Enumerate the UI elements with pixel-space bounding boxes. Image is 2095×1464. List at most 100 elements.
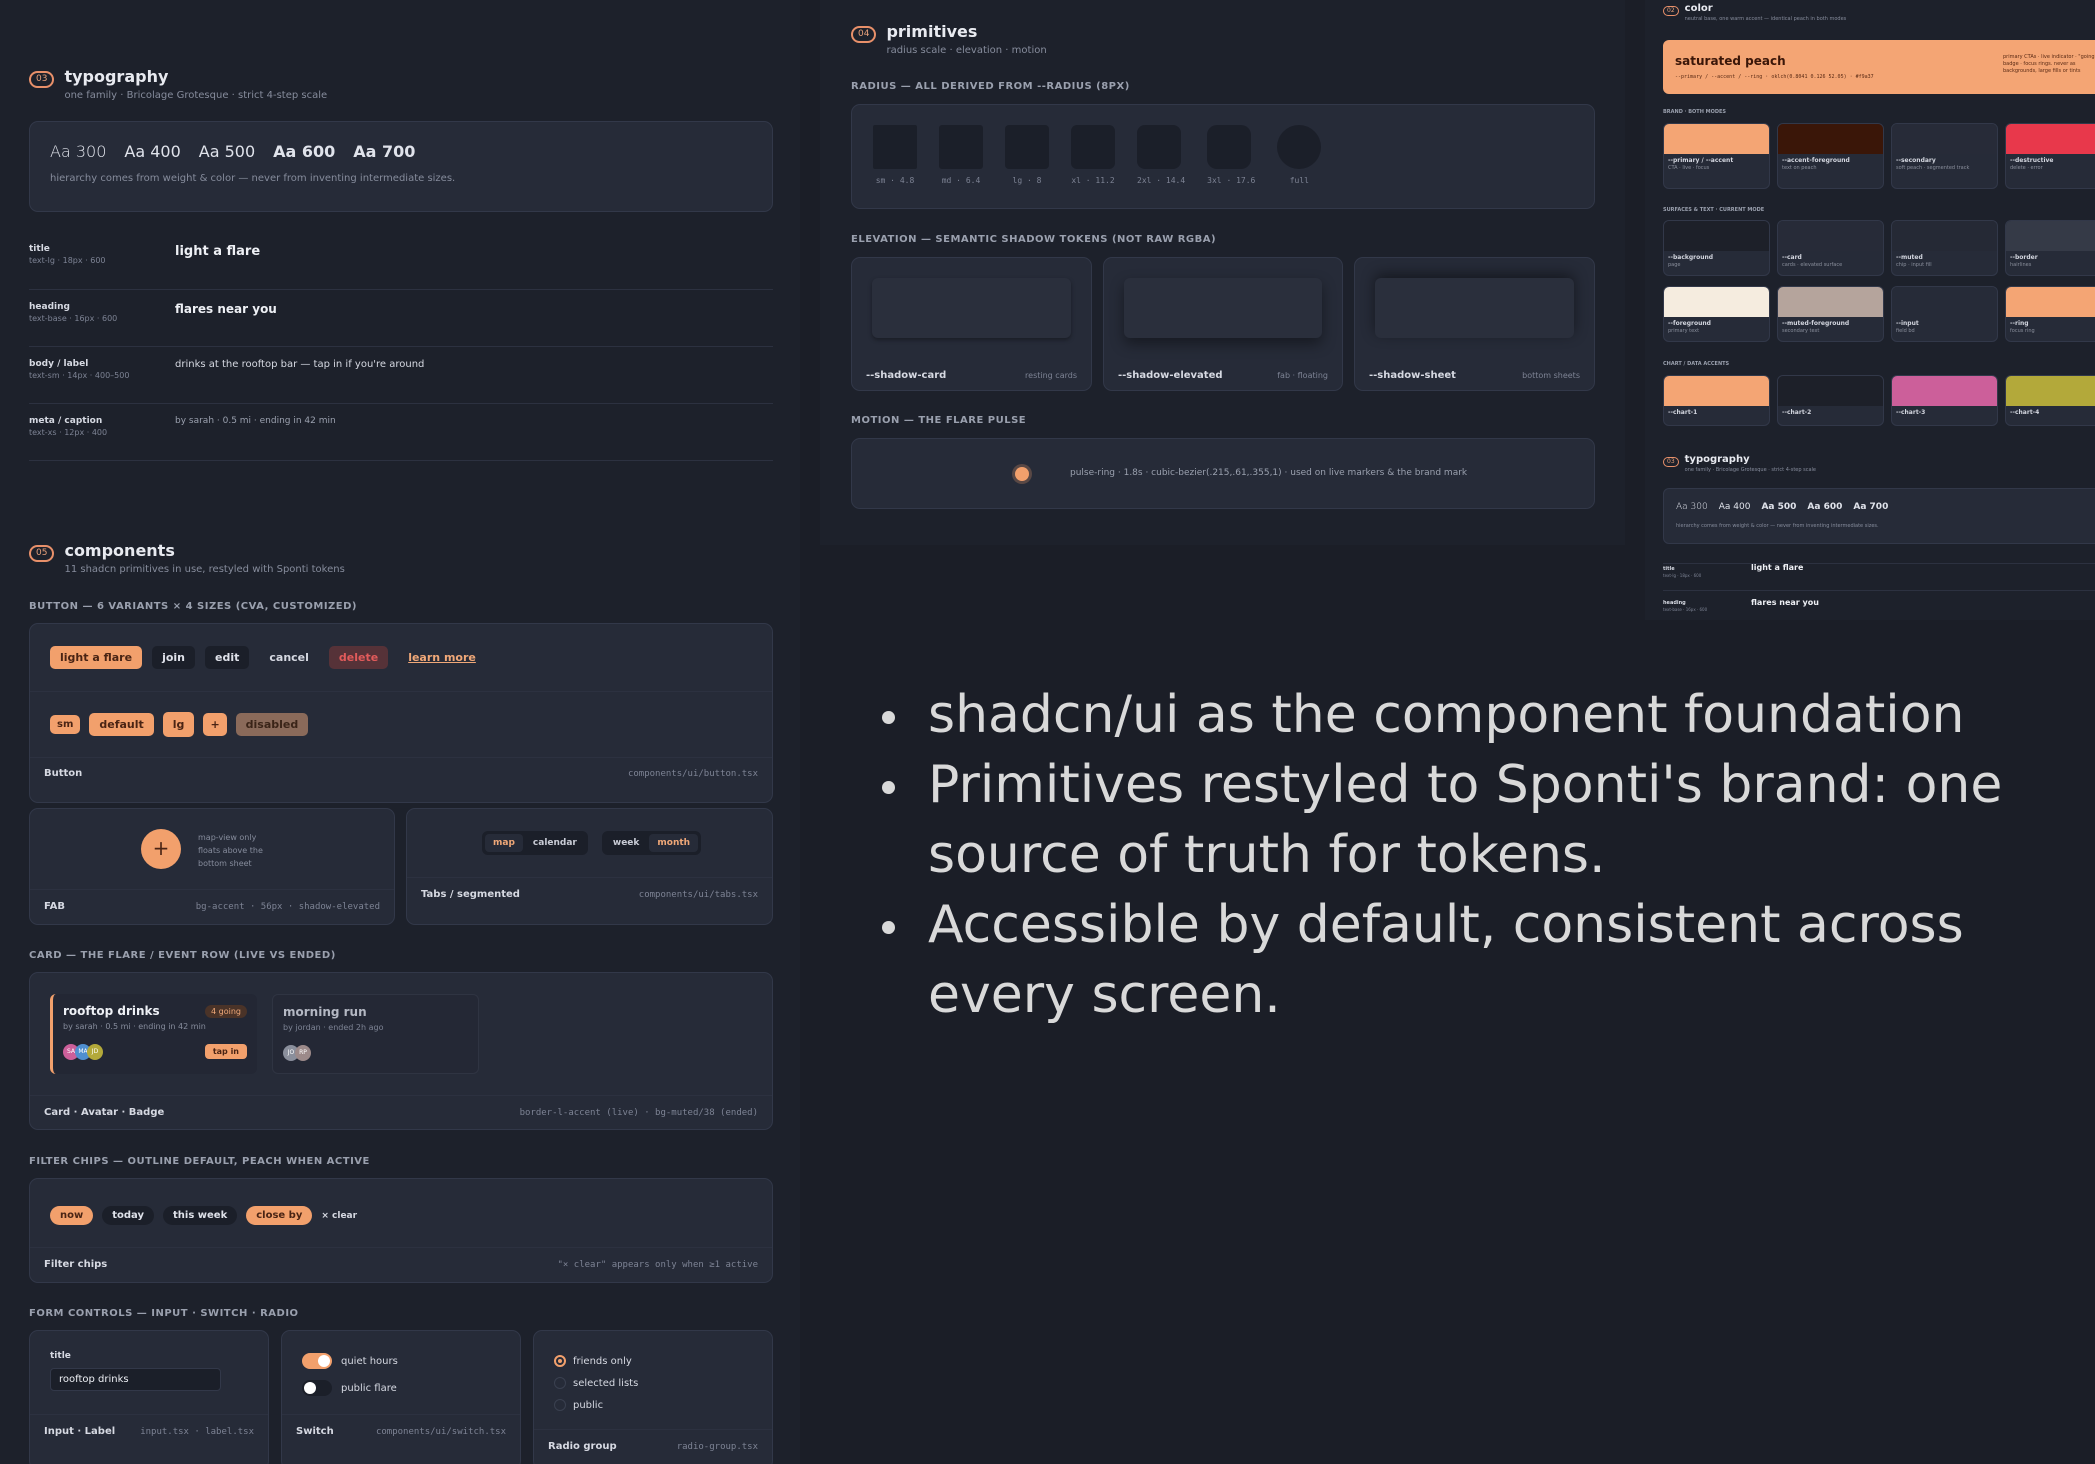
section-number: 03: [29, 71, 55, 88]
color-swatch: --ring focus ring: [2005, 286, 2095, 342]
radius-swatch: xl · 11.2: [1071, 125, 1115, 185]
motion-card: pulse-ring · 1.8s · cubic-bezier(.215,.6…: [851, 438, 1595, 509]
component-label: Switch: [296, 1426, 334, 1437]
avatar: JD: [87, 1044, 103, 1060]
input-card: title rooftop drinks Input · Label input…: [29, 1330, 269, 1464]
disabled-button: disabled: [235, 713, 309, 736]
weight-sample: Aa 300: [1676, 502, 1708, 512]
radio-option[interactable]: friends only: [554, 1350, 638, 1372]
elevation-caption: ELEVATION — SEMANTIC SHADOW TOKENS (NOT …: [851, 234, 1217, 245]
input-footer: Input · Label input.tsx · label.tsx: [44, 1426, 254, 1437]
weight-sample: Aa 500: [198, 142, 256, 161]
color-swatch: --foreground primary text: [1663, 286, 1770, 342]
chip-now[interactable]: now: [50, 1206, 94, 1225]
shadow-use: bottom sheets: [1522, 371, 1580, 380]
join-button[interactable]: join: [152, 646, 195, 669]
weight-hint: hierarchy comes from weight & color — ne…: [1676, 523, 1879, 529]
primary-button[interactable]: light a flare: [50, 646, 143, 669]
going-badge: 4 going: [205, 1005, 247, 1018]
fab-note: map-view only floats above the bottom sh…: [198, 833, 263, 868]
radius-swatch: sm · 4.8: [873, 125, 917, 185]
public-flare-switch[interactable]: [302, 1380, 332, 1396]
quiet-hours-switch[interactable]: [302, 1353, 332, 1369]
section-title: typography: [1684, 454, 1750, 465]
weight-sample: Aa 700: [353, 142, 416, 161]
chips-footer: Filter chips "× clear" appears only when…: [44, 1259, 758, 1270]
radio-footer: Radio group radio-group.tsx: [548, 1441, 758, 1452]
sm-button[interactable]: sm: [50, 715, 81, 734]
hero-note: primary CTAs · live indicator · "going" …: [2003, 54, 2095, 74]
tab-month[interactable]: month: [649, 834, 699, 852]
color-swatch: --input field bd: [1891, 286, 1998, 342]
tab-map[interactable]: map: [485, 834, 523, 852]
radius-label: sm · 4.8: [875, 176, 915, 185]
radius-swatch: md · 6.4: [939, 125, 983, 185]
type-row-spec: text-xs · 12px · 400: [29, 428, 108, 437]
switch-footer: Switch components/ui/switch.tsx: [296, 1426, 506, 1437]
primitives-header: 04 primitives radius scale · elevation ·…: [851, 22, 1047, 56]
component-label: Input · Label: [44, 1426, 116, 1437]
radio-label: selected lists: [573, 1377, 639, 1389]
weight-scale-card: Aa 300 Aa 400 Aa 500 Aa 600 Aa 700 hiera…: [29, 121, 773, 212]
button-footer: Button components/ui/button.tsx: [30, 758, 772, 789]
shadow-name: --shadow-elevated: [1118, 370, 1223, 381]
clear-chips-button[interactable]: × clear: [321, 1211, 357, 1221]
color-swatch: --muted chip · input fill: [1891, 220, 1998, 276]
radio-option[interactable]: selected lists: [554, 1372, 638, 1394]
type-row-sample: light a flare: [175, 244, 261, 259]
type-row-spec: text-base · 16px · 600: [29, 314, 118, 323]
section-number: 05: [29, 545, 55, 562]
default-button[interactable]: default: [89, 713, 154, 736]
learn-more-link[interactable]: learn more: [398, 646, 486, 669]
radius-scale: sm · 4.8 md · 6.4 lg · 8 xl · 11.2 2xl ·…: [873, 125, 1322, 185]
type-row-sample: flares near you: [1751, 598, 1819, 607]
live-flare-card[interactable]: rooftop drinks 4 going by sarah · 0.5 mi…: [50, 994, 257, 1074]
shadow-footer: --shadow-sheet bottom sheets: [1369, 370, 1580, 381]
weight-samples: Aa 300 Aa 400 Aa 500 Aa 600 Aa 700: [50, 142, 752, 161]
type-row: body / label text-sm · 14px · 400–500 dri…: [29, 347, 773, 403]
switch-label: quiet hours: [341, 1355, 398, 1367]
cancel-button[interactable]: cancel: [259, 646, 319, 669]
weight-sample: Aa 700: [1853, 502, 1889, 512]
component-file: components/ui/button.tsx: [627, 768, 758, 779]
switch-row: public flare: [302, 1380, 397, 1396]
icon-button[interactable]: +: [203, 713, 227, 736]
chip-today[interactable]: today: [102, 1206, 155, 1225]
fab-footer: FAB bg-accent · 56px · shadow-elevated: [44, 901, 380, 912]
tab-week[interactable]: week: [605, 834, 648, 852]
tabs-footer: Tabs / segmented components/ui/tabs.tsx: [421, 889, 758, 900]
radius-label: xl · 11.2: [1071, 176, 1115, 185]
weight-sample: Aa 400: [1718, 502, 1751, 512]
tab-calendar[interactable]: calendar: [525, 834, 585, 852]
section-number: 04: [851, 26, 877, 43]
chips-caption: FILTER CHIPS — OUTLINE DEFAULT, PEACH WH…: [29, 1156, 370, 1167]
type-row-name: heading: [1663, 600, 1686, 606]
avatar: RP: [295, 1045, 311, 1061]
title-input[interactable]: rooftop drinks: [50, 1368, 221, 1391]
section-subtitle: neutral base, one warm accent — identica…: [1684, 16, 1847, 22]
delete-button[interactable]: delete: [328, 646, 389, 669]
type-row-spec: text-base · 16px · 600: [1663, 607, 1708, 612]
lg-button[interactable]: lg: [162, 712, 195, 737]
weight-sample: Aa 300: [50, 142, 107, 161]
type-row-name: body / label: [29, 359, 89, 369]
type-row-name: title: [29, 244, 50, 254]
type-row-spec: text-sm · 14px · 400–500: [29, 371, 130, 380]
avatar-stack: JO RP: [283, 1045, 311, 1061]
color-swatch: --chart-1: [1663, 375, 1770, 426]
radio-option[interactable]: public: [554, 1394, 638, 1416]
mini-weights: Aa 300 Aa 400 Aa 500 Aa 600 Aa 700: [1676, 502, 1888, 512]
flare-meta: by sarah · 0.5 mi · ending in 42 min: [63, 1022, 206, 1031]
section-number: 02: [1663, 6, 1679, 16]
chip-this-week[interactable]: this week: [163, 1206, 238, 1225]
fab-button[interactable]: +: [141, 829, 181, 869]
shadow-use: resting cards: [1025, 371, 1077, 380]
color-swatch: --border hairlines: [2005, 220, 2095, 276]
color-swatch: --chart-3: [1891, 375, 1998, 426]
color-swatch: --accent-foreground text on peach: [1777, 123, 1884, 189]
tap-in-button[interactable]: tap in: [204, 1044, 247, 1059]
flare-title: morning run: [283, 1005, 367, 1019]
ended-flare-card[interactable]: morning run by jordan · ended 2h ago JO …: [272, 994, 479, 1074]
edit-button[interactable]: edit: [205, 646, 250, 669]
chip-close-by[interactable]: close by: [246, 1206, 313, 1225]
